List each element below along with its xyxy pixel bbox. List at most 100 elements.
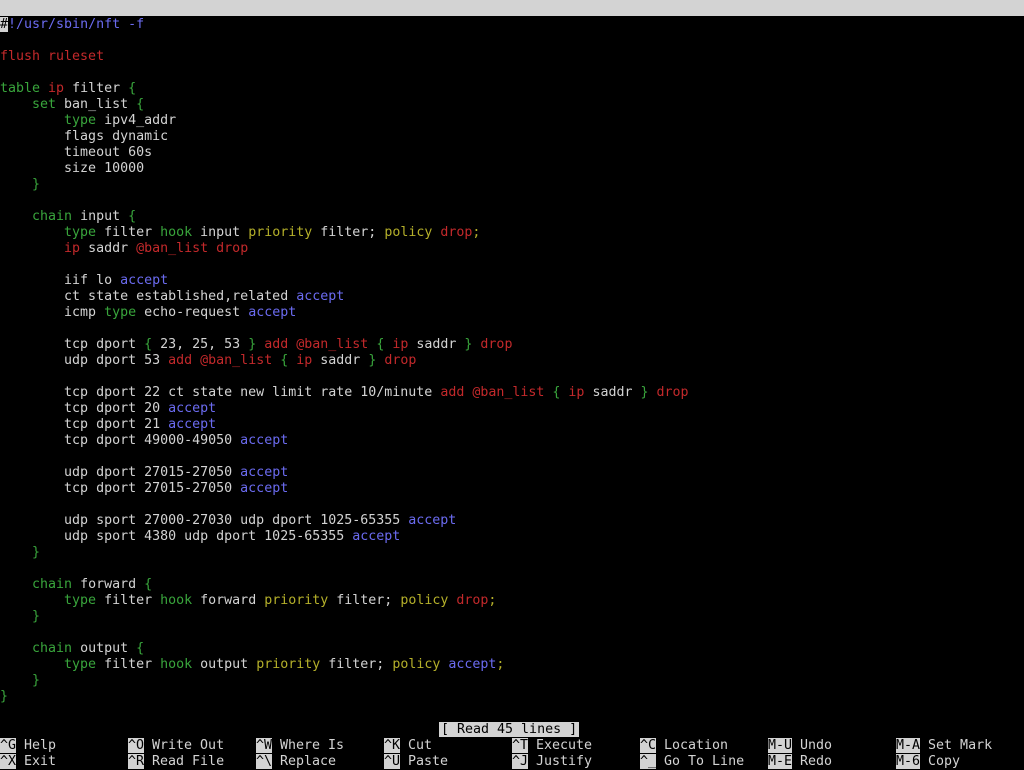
code-token: tcp dport bbox=[0, 337, 145, 352]
code-line: chain input { bbox=[0, 209, 136, 225]
shortcut-location[interactable]: ^C Location bbox=[640, 738, 728, 754]
code-token: drop bbox=[384, 353, 417, 368]
code-line: ip saddr @ban_list drop bbox=[0, 241, 248, 257]
shortcut-where-is[interactable]: ^W Where Is bbox=[256, 738, 344, 754]
code-token: drop bbox=[656, 385, 689, 400]
code-token: input bbox=[80, 209, 129, 224]
code-token: { bbox=[144, 337, 153, 352]
shortcut-cut[interactable]: ^K Cut bbox=[384, 738, 432, 754]
shortcut-label: Redo bbox=[792, 754, 833, 769]
code-token: chain bbox=[0, 209, 81, 224]
code-token: ip bbox=[392, 337, 417, 352]
code-line: flush ruleset bbox=[0, 49, 104, 65]
shortcut-paste[interactable]: ^U Paste bbox=[384, 754, 448, 770]
code-token: ip bbox=[296, 353, 321, 368]
code-line: table ip filter { bbox=[0, 81, 136, 97]
code-token: } bbox=[464, 337, 481, 352]
code-token: type bbox=[0, 225, 105, 240]
shortcut-justify[interactable]: ^J Justify bbox=[512, 754, 592, 770]
shortcut-replace[interactable]: ^\ Replace bbox=[256, 754, 336, 770]
code-token: saddr bbox=[320, 353, 369, 368]
shortcut-go-to-line[interactable]: ^_ Go To Line bbox=[640, 754, 744, 770]
code-token: hook bbox=[160, 657, 201, 672]
code-token: { bbox=[552, 385, 569, 400]
shortcut-help[interactable]: ^G Help bbox=[0, 738, 56, 754]
code-line: tcp dport 49000-49050 accept bbox=[0, 433, 288, 449]
code-token: udp dport 27015-27050 bbox=[0, 465, 241, 480]
code-token: { bbox=[128, 81, 137, 96]
code-token: } bbox=[0, 545, 41, 560]
shortcut-execute[interactable]: ^T Execute bbox=[512, 738, 592, 754]
code-token: hook bbox=[160, 593, 201, 608]
shortcut-redo[interactable]: M-E Redo bbox=[768, 754, 832, 770]
code-token: @ban_list bbox=[200, 353, 281, 368]
shortcut-label: Copy bbox=[920, 754, 961, 769]
code-line: udp sport 27000-27030 udp dport 1025-653… bbox=[0, 513, 456, 529]
code-token: input bbox=[200, 225, 249, 240]
code-token: @ban_list bbox=[472, 385, 553, 400]
code-token: filter bbox=[104, 225, 161, 240]
code-token: ip bbox=[0, 241, 89, 256]
shortcut-read-file[interactable]: ^R Read File bbox=[128, 754, 224, 770]
shortcut-exit[interactable]: ^X Exit bbox=[0, 754, 56, 770]
code-token: accept bbox=[240, 481, 289, 496]
code-token: type bbox=[0, 113, 105, 128]
shortcut-label: Execute bbox=[528, 738, 593, 753]
code-token: timeout 60s bbox=[0, 145, 153, 160]
shortcut-key: ^C bbox=[640, 738, 657, 753]
code-line: size 10000 bbox=[0, 161, 144, 177]
code-token: { bbox=[136, 641, 145, 656]
code-token: accept bbox=[120, 273, 169, 288]
code-token: { bbox=[144, 577, 153, 592]
code-token: accept bbox=[408, 513, 457, 528]
code-line: chain output { bbox=[0, 641, 144, 657]
code-token: priority bbox=[248, 225, 321, 240]
code-token: type bbox=[104, 305, 145, 320]
code-line: chain forward { bbox=[0, 577, 152, 593]
shortcut-label: Set Mark bbox=[920, 738, 993, 753]
shortcut-undo[interactable]: M-U Undo bbox=[768, 738, 832, 754]
code-token: flush ruleset bbox=[0, 49, 105, 64]
shortcut-key: ^_ bbox=[640, 754, 657, 769]
code-token: drop bbox=[456, 593, 489, 608]
code-token: icmp bbox=[0, 305, 105, 320]
code-token: ip bbox=[48, 81, 73, 96]
code-token: tcp dport 21 bbox=[0, 417, 169, 432]
shortcut-label: Go To Line bbox=[656, 754, 745, 769]
code-line: } bbox=[0, 177, 40, 193]
code-token: } bbox=[0, 177, 41, 192]
shortcut-label: Write Out bbox=[144, 738, 225, 753]
code-token: priority bbox=[264, 593, 337, 608]
code-token: udp sport 4380 udp dport 1025-65355 bbox=[0, 529, 353, 544]
code-line: set ban_list { bbox=[0, 97, 144, 113]
code-line: } bbox=[0, 689, 8, 705]
code-line: type filter hook input priority filter; … bbox=[0, 225, 480, 241]
code-token: filter; bbox=[328, 657, 393, 672]
code-token: filter bbox=[104, 593, 161, 608]
code-token: saddr bbox=[592, 385, 641, 400]
code-token: type bbox=[0, 657, 105, 672]
shortcut-key: M-6 bbox=[896, 754, 921, 769]
shortcut-set-mark[interactable]: M-A Set Mark bbox=[896, 738, 992, 754]
shortcut-write-out[interactable]: ^O Write Out bbox=[128, 738, 224, 754]
code-token: } bbox=[368, 353, 385, 368]
code-token: accept bbox=[168, 401, 217, 416]
shortcut-copy[interactable]: M-6 Copy bbox=[896, 754, 960, 770]
code-token: @ban_list bbox=[296, 337, 377, 352]
code-line: tcp dport 27015-27050 accept bbox=[0, 481, 288, 497]
code-line: type filter hook forward priority filter… bbox=[0, 593, 496, 609]
code-token: udp sport 27000-27030 udp dport 1025-653… bbox=[0, 513, 409, 528]
code-token: ; bbox=[488, 593, 497, 608]
code-token: ; bbox=[496, 657, 505, 672]
code-token: udp dport 53 bbox=[0, 353, 169, 368]
code-line: type filter hook output priority filter;… bbox=[0, 657, 504, 673]
code-token: { bbox=[128, 209, 137, 224]
code-token: accept bbox=[248, 305, 297, 320]
code-token: output bbox=[80, 641, 137, 656]
code-token: add bbox=[440, 385, 473, 400]
code-line: #!/usr/sbin/nft -f bbox=[0, 17, 144, 33]
code-token: filter bbox=[104, 657, 161, 672]
shortcut-key: ^U bbox=[384, 754, 401, 769]
code-token: saddr bbox=[416, 337, 465, 352]
code-line: } bbox=[0, 545, 40, 561]
